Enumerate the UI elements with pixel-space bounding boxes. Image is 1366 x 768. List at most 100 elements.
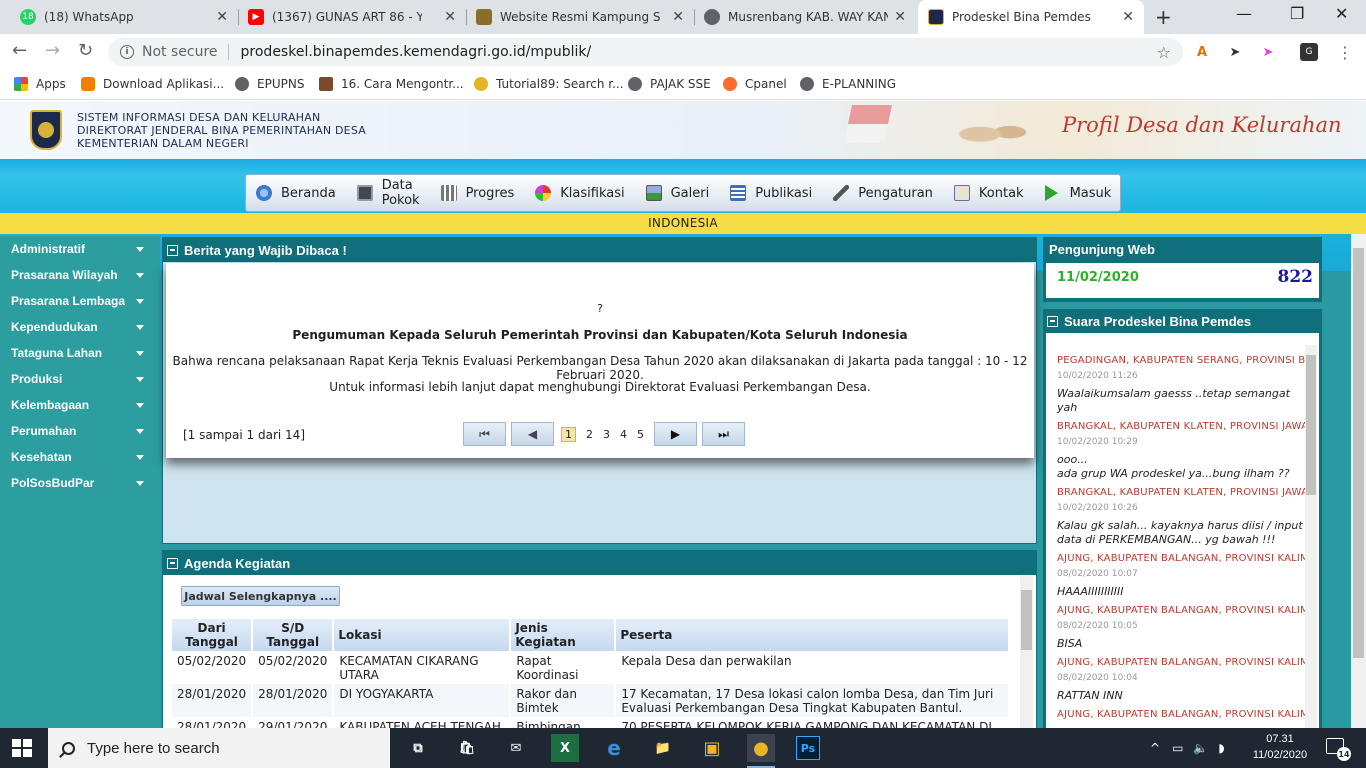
web-page: SISTEM INFORMASI DESA DAN KELURAHAN DIRE… [0,101,1366,728]
sidebar-item-administratif[interactable]: Administratif [0,236,160,262]
menu-galeri[interactable]: Galeri [645,185,709,201]
first-page-button[interactable]: ⏮ [463,422,506,446]
extension-a-icon[interactable]: A [1193,43,1211,61]
photoshop-icon[interactable]: Ps [796,736,820,760]
sidebar-item-polsosbudpar[interactable]: PolSosBudPar [0,470,160,496]
bookmark-e-planning[interactable]: E-PLANNING [800,77,896,91]
address-bar[interactable]: i Not secure prodeskel.binapemdes.kemend… [108,38,1183,66]
chrome-icon[interactable]: ● [747,734,775,768]
photos-icon[interactable]: ▣ [698,734,726,762]
volume-icon[interactable]: 🔈 [1193,741,1208,755]
scrollbar-thumb[interactable] [1021,590,1032,650]
forward-button[interactable]: → [45,40,60,61]
menu-dots-icon[interactable]: ⋮ [1336,43,1354,62]
url-text[interactable]: prodeskel.binapemdes.kemendagri.go.id/mp… [241,44,592,60]
menu-beranda[interactable]: Beranda [256,185,336,201]
close-window-button[interactable]: ✕ [1335,4,1348,23]
info-icon[interactable]: i [120,45,134,59]
bookmark-apps[interactable]: Apps [14,77,66,91]
tab-kampung-sukoharjo[interactable]: Website Resmi Kampung Sukoharjo ✕ [466,0,694,34]
bar-chart-icon [440,185,457,201]
menu-klasifikasi[interactable]: Klasifikasi [535,185,625,201]
sidebar-item-prasarana-wilayah[interactable]: Prasarana Wilayah [0,262,160,288]
bookmark-cpanel[interactable]: Cpanel [723,77,787,91]
edge-icon[interactable]: e [600,734,628,762]
page-number[interactable]: 5 [637,428,644,441]
sidebar-item-perumahan[interactable]: Perumahan [0,418,160,444]
sidebar-item-kelembagaan[interactable]: Kelembagaan [0,392,160,418]
new-tab-button[interactable]: + [1155,5,1172,29]
page-number[interactable]: 3 [603,428,610,441]
menu-publikasi[interactable]: Publikasi [730,185,812,201]
close-tab-icon[interactable]: ✕ [1122,9,1134,25]
file-explorer-icon[interactable]: 📁 [649,734,677,762]
cursor-extension-icon[interactable]: ➤ [1226,43,1244,61]
collapse-icon[interactable] [167,244,178,256]
maximize-button[interactable]: ❐ [1290,4,1304,23]
menu-progres[interactable]: Progres [440,185,514,201]
collapse-icon[interactable] [167,557,178,569]
voice-scrollbar[interactable] [1305,345,1317,728]
sidebar-item-kesehatan[interactable]: Kesehatan [0,444,160,470]
sidebar-item-label: Kependudukan [11,320,98,334]
extension-g-icon[interactable]: G [1300,43,1318,61]
tab-musrenbang[interactable]: Musrenbang KAB. WAY KANAN ✕ [694,0,916,34]
close-tab-icon[interactable]: ✕ [216,9,228,25]
last-page-icon: ⏭ [718,426,729,441]
taskbar-search[interactable]: Type here to search [48,728,390,768]
agenda-scrollbar[interactable] [1020,575,1033,728]
prev-page-button[interactable]: ◀ [511,422,554,446]
bookmark-cara-mengontrol[interactable]: 16. Cara Mengontr... [319,77,464,91]
menu-data-pokok[interactable]: Data Pokok [356,178,420,208]
mail-icon[interactable]: ✉ [502,734,530,762]
taskbar-clock[interactable]: 07.31 11/02/2020 [1245,731,1315,763]
tab-title: Prodeskel Bina Pemdes [952,10,1091,24]
sidebar-item-kependudukan[interactable]: Kependudukan [0,314,160,340]
notification-icon[interactable]: 14 [1326,738,1351,761]
message-list: PEGADINGAN, KABUPATEN SERANG, PROVINSI B… [1057,355,1307,720]
page-number[interactable]: 2 [586,428,593,441]
page-number-current[interactable]: 1 [561,426,576,442]
next-page-button[interactable]: ▶ [654,422,697,446]
last-page-button[interactable]: ⏭ [702,422,745,446]
store-icon[interactable]: 🛍 [453,734,481,762]
sidebar-item-produksi[interactable]: Produksi [0,366,160,392]
close-tab-icon[interactable]: ✕ [444,9,456,25]
close-tab-icon[interactable]: ✕ [894,9,906,25]
collapse-icon[interactable] [1047,315,1058,327]
page-number[interactable]: 4 [620,428,627,441]
bookmark-epupns[interactable]: EPUPNS [235,77,304,91]
pointer-extension-icon[interactable]: ➤ [1259,43,1277,61]
reload-button[interactable]: ↻ [78,40,93,61]
excel-icon[interactable]: X [551,734,579,762]
bookmark-tutorial89[interactable]: Tutorial89: Search r... [474,77,624,91]
caret-down-icon [136,376,144,382]
full-schedule-button[interactable]: Jadwal Selengkapnya .... [181,586,340,606]
network-icon[interactable]: ◗ [1218,741,1224,755]
task-view-icon[interactable]: ⧉ [404,734,432,762]
close-tab-icon[interactable]: ✕ [672,9,684,25]
page-scrollbar[interactable] [1351,234,1366,728]
menu-kontak[interactable]: Kontak [953,185,1024,201]
bookmark-download-aplikasi[interactable]: Download Aplikasi... [81,77,224,91]
windows-start-icon[interactable] [12,739,32,757]
tab-prodeskel[interactable]: Prodeskel Bina Pemdes ✕ [918,0,1144,34]
tab-whatsapp[interactable]: 18 (18) WhatsApp ✕ [10,0,238,34]
sidebar-item-prasarana-lembaga[interactable]: Prasarana Lembaga [0,288,160,314]
minimize-button[interactable]: — [1236,4,1252,23]
battery-icon[interactable]: ▭ [1172,741,1183,755]
clock-time: 07.31 [1266,733,1294,745]
menu-masuk[interactable]: Masuk [1044,185,1111,201]
scrollbar-thumb[interactable] [1306,355,1316,495]
scrollbar-thumb[interactable] [1353,248,1364,658]
bookmark-star-icon[interactable]: ☆ [1157,43,1171,62]
back-button[interactable]: ← [12,40,27,61]
sidebar-item-tataguna-lahan[interactable]: Tataguna Lahan [0,340,160,366]
tab-youtube[interactable]: ▶ (1367) GUNAS ART 86 - YouTube ✕ [238,0,466,34]
next-page-icon: ▶ [670,427,681,441]
blogger-icon [81,77,95,91]
menu-pengaturan[interactable]: Pengaturan [833,185,933,201]
chevron-up-icon[interactable]: ^ [1150,741,1160,755]
youtube-icon: ▶ [248,9,264,25]
bookmark-pajak-sse[interactable]: PAJAK SSE [628,77,711,91]
